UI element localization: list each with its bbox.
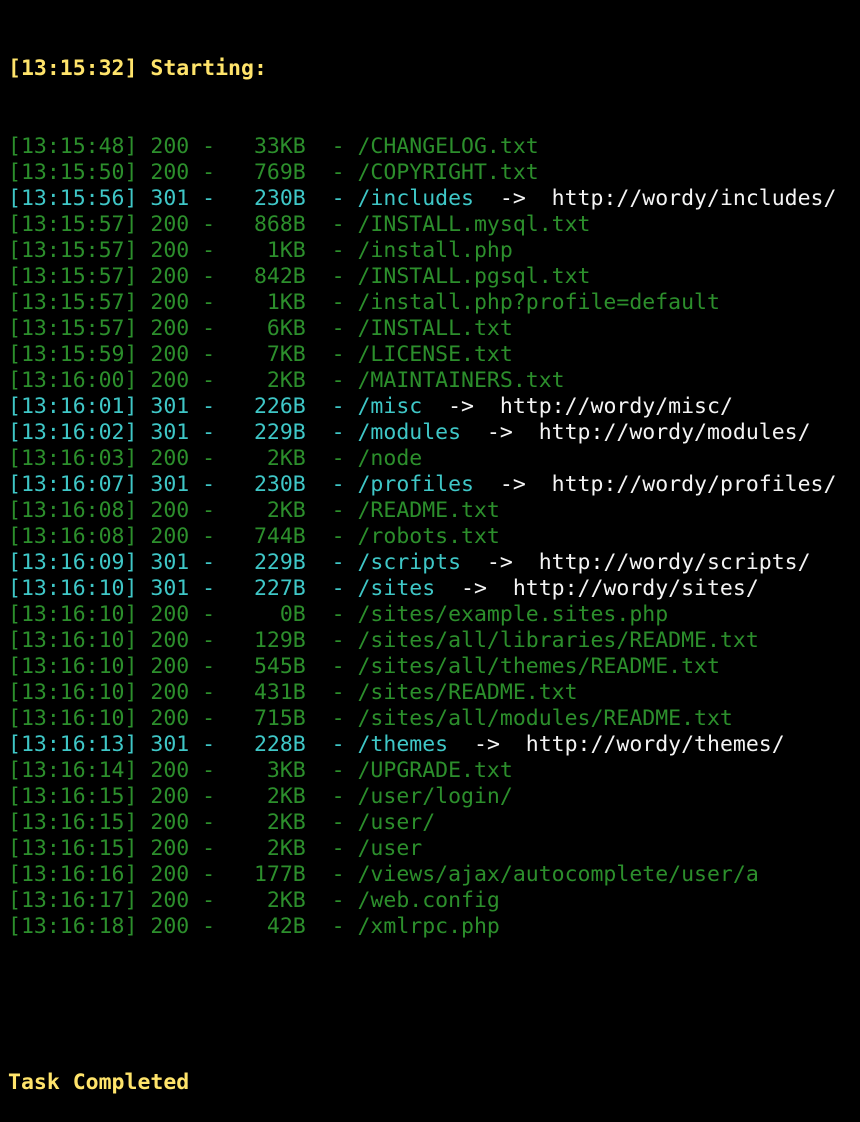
log-entry: [13:16:02] 301 - 229B - /modules -> http… [8,420,860,446]
redirect-target: http://wordy/misc/ [499,394,733,419]
redirect-target: http://wordy/modules/ [538,420,811,445]
log-entry: [13:15:48] 200 - 33KB - /CHANGELOG.txt [8,134,860,160]
log-entry: [13:15:57] 200 - 1KB - /install.php?prof… [8,290,860,316]
log-entry-text: [13:16:10] 200 - 545B - /sites/all/theme… [8,654,720,679]
log-entry: [13:16:09] 301 - 229B - /scripts -> http… [8,550,860,576]
redirect-target: http://wordy/sites/ [512,576,759,601]
log-entry-text: [13:15:56] 301 - 230B - /includes [8,186,474,211]
log-entry: [13:15:57] 200 - 868B - /INSTALL.mysql.t… [8,212,860,238]
log-entry: [13:16:10] 200 - 545B - /sites/all/theme… [8,654,860,680]
log-entry: [13:16:00] 200 - 2KB - /MAINTAINERS.txt [8,368,860,394]
log-entry: [13:16:10] 301 - 227B - /sites -> http:/… [8,576,860,602]
log-entry-text: [13:15:57] 200 - 1KB - /install.php [8,238,513,263]
log-entry: [13:15:57] 200 - 6KB - /INSTALL.txt [8,316,860,342]
log-entry: [13:15:59] 200 - 7KB - /LICENSE.txt [8,342,860,368]
log-entry-text: [13:16:10] 200 - 0B - /sites/example.sit… [8,602,669,627]
log-entry-text: [13:16:15] 200 - 2KB - /user [8,836,423,861]
log-entry-text: [13:16:01] 301 - 226B - /misc [8,394,423,419]
log-entry: [13:15:57] 200 - 842B - /INSTALL.pgsql.t… [8,264,860,290]
log-entry-text: [13:16:13] 301 - 228B - /themes [8,732,449,757]
redirect-arrow: -> [461,550,539,575]
log-entry-text: [13:15:59] 200 - 7KB - /LICENSE.txt [8,342,513,367]
log-entry: [13:16:15] 200 - 2KB - /user [8,836,860,862]
log-entry-text: [13:15:57] 200 - 842B - /INSTALL.pgsql.t… [8,264,591,289]
redirect-arrow: -> [435,576,513,601]
scan-start-header: [13:15:32] Starting: [8,56,280,81]
log-entry-text: [13:16:14] 200 - 3KB - /UPGRADE.txt [8,758,513,783]
log-entry: [13:16:08] 200 - 2KB - /README.txt [8,498,860,524]
log-entry: [13:16:10] 200 - 431B - /sites/README.tx… [8,680,860,706]
log-entry: [13:16:10] 200 - 0B - /sites/example.sit… [8,602,860,628]
log-entry: [13:16:10] 200 - 129B - /sites/all/libra… [8,628,860,654]
log-entry: [13:16:18] 200 - 42B - /xmlrpc.php [8,914,860,940]
log-entry-text: [13:15:48] 200 - 33KB - /CHANGELOG.txt [8,134,539,159]
log-entry: [13:16:03] 200 - 2KB - /node [8,446,860,472]
scan-results-list: [13:15:48] 200 - 33KB - /CHANGELOG.txt [1… [8,134,860,940]
log-entry-text: [13:16:02] 301 - 229B - /modules [8,420,462,445]
log-entry: [13:16:13] 301 - 228B - /themes -> http:… [8,732,860,758]
log-entry: [13:16:14] 200 - 3KB - /UPGRADE.txt [8,758,860,784]
log-entry-text: [13:15:57] 200 - 6KB - /INSTALL.txt [8,316,513,341]
task-completed-footer: Task Completed [8,1070,190,1095]
log-entry: [13:15:50] 200 - 769B - /COPYRIGHT.txt [8,160,860,186]
log-entry-text: [13:16:10] 200 - 715B - /sites/all/modul… [8,706,733,731]
redirect-target: http://wordy/themes/ [525,732,785,757]
log-entry: [13:16:07] 301 - 230B - /profiles -> htt… [8,472,860,498]
log-entry-text: [13:16:10] 200 - 431B - /sites/README.tx… [8,680,578,705]
log-entry-text: [13:16:16] 200 - 177B - /views/ajax/auto… [8,862,759,887]
log-entry-text: [13:16:08] 200 - 744B - /robots.txt [8,524,500,549]
log-entry-text: [13:16:15] 200 - 2KB - /user/login/ [8,784,513,809]
log-entry: [13:15:56] 301 - 230B - /includes -> htt… [8,186,860,212]
log-entry-text: [13:16:10] 301 - 227B - /sites [8,576,436,601]
terminal-window: [13:15:32] Starting: [13:15:48] 200 - 33… [0,0,860,1095]
redirect-target: http://wordy/includes/ [551,186,837,211]
log-entry-text: [13:16:17] 200 - 2KB - /web.config [8,888,500,913]
log-entry-text: [13:15:57] 200 - 1KB - /install.php?prof… [8,290,720,315]
redirect-target: http://wordy/profiles/ [551,472,837,497]
redirect-arrow: -> [461,420,539,445]
log-entry-text: [13:15:57] 200 - 868B - /INSTALL.mysql.t… [8,212,591,237]
log-entry-text: [13:16:08] 200 - 2KB - /README.txt [8,498,500,523]
redirect-arrow: -> [474,186,552,211]
log-entry-text: [13:16:15] 200 - 2KB - /user/ [8,810,436,835]
log-entry: [13:16:01] 301 - 226B - /misc -> http://… [8,394,860,420]
log-entry-text: [13:15:50] 200 - 769B - /COPYRIGHT.txt [8,160,539,185]
log-entry-text: [13:16:03] 200 - 2KB - /node [8,446,423,471]
log-entry-text: [13:16:10] 200 - 129B - /sites/all/libra… [8,628,759,653]
redirect-target: http://wordy/scripts/ [538,550,811,575]
redirect-arrow: -> [422,394,500,419]
log-entry: [13:16:08] 200 - 744B - /robots.txt [8,524,860,550]
log-entry: [13:16:10] 200 - 715B - /sites/all/modul… [8,706,860,732]
log-entry: [13:16:16] 200 - 177B - /views/ajax/auto… [8,862,860,888]
log-entry-text: [13:16:00] 200 - 2KB - /MAINTAINERS.txt [8,368,565,393]
log-entry: [13:16:15] 200 - 2KB - /user/login/ [8,784,860,810]
log-entry: [13:16:17] 200 - 2KB - /web.config [8,888,860,914]
log-entry-text: [13:16:07] 301 - 230B - /profiles [8,472,474,497]
log-entry-text: [13:16:09] 301 - 229B - /scripts [8,550,462,575]
log-entry: [13:16:15] 200 - 2KB - /user/ [8,810,860,836]
redirect-arrow: -> [448,732,526,757]
log-entry: [13:15:57] 200 - 1KB - /install.php [8,238,860,264]
redirect-arrow: -> [474,472,552,497]
log-entry-text: [13:16:18] 200 - 42B - /xmlrpc.php [8,914,500,939]
